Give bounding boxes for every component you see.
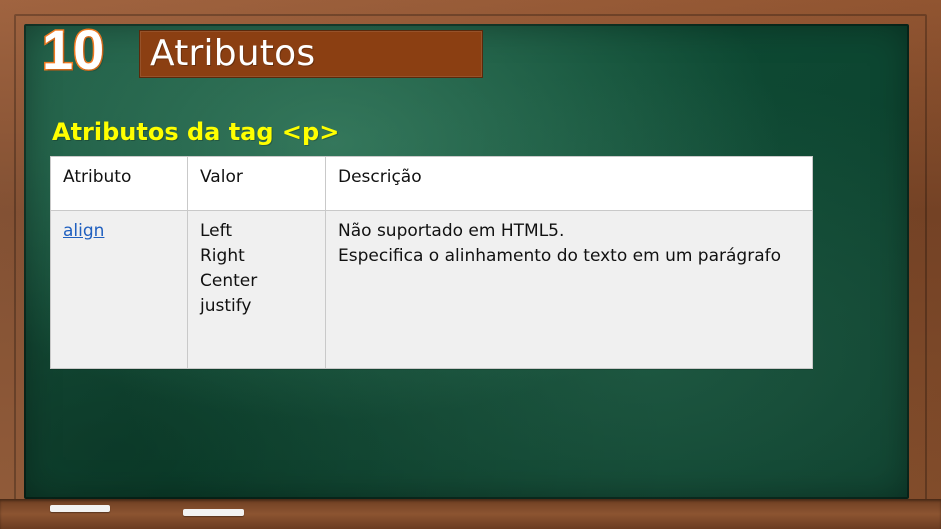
presentation-slide: 10 Atributos Atributos da tag <p> Atribu… [0,0,941,529]
description-line: Não suportado em HTML5. [338,221,565,241]
chalk-piece [183,509,244,516]
frame-bottom-ledge [0,499,941,529]
table-header-row: Atributo Valor Descrição [50,156,813,211]
value-cell: Left Right Center justify [187,210,326,369]
description-cell: Não suportado em HTML5. Especifica o ali… [325,210,813,369]
slide-title-bar: Atributos [139,30,483,78]
slide-title: Atributos [150,33,316,74]
value-option: justify [200,296,252,316]
table-row: align Left Right Center justify Não supo… [50,210,813,369]
column-header-value: Valor [187,156,326,211]
value-option: Right [200,246,245,266]
column-header-attribute: Atributo [50,156,188,211]
description-line: Especifica o alinhamento do texto em um … [338,246,782,266]
value-option: Left [200,221,232,241]
attribute-link[interactable]: align [63,221,104,241]
chalk-piece [50,505,110,512]
slide-number: 10 [40,18,105,81]
value-option: Center [200,271,258,291]
attribute-cell: align [50,210,188,369]
column-header-description: Descrição [325,156,813,211]
section-heading: Atributos da tag <p> [52,118,340,146]
attributes-table: Atributo Valor Descrição align Left Righ… [50,156,813,369]
